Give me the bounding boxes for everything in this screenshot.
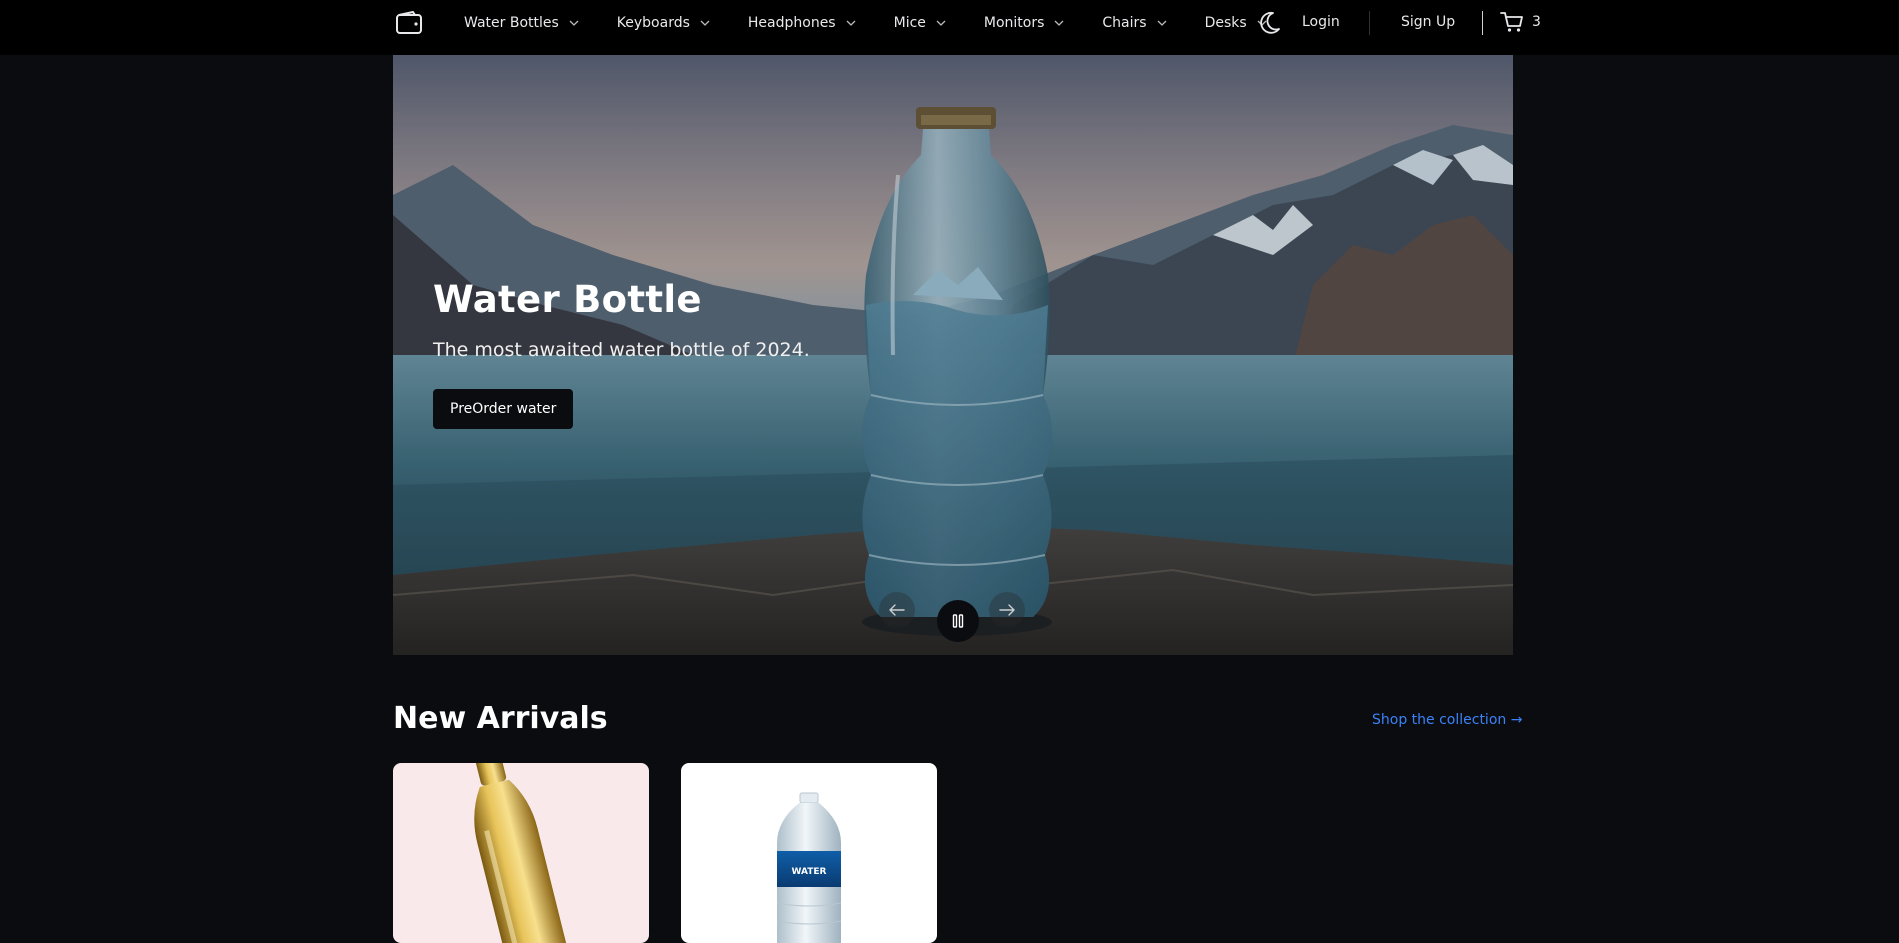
gold-bottle-image (474, 763, 569, 943)
nav-label: Desks (1204, 14, 1247, 31)
carousel-next-button[interactable] (989, 592, 1025, 628)
hero-title: Water Bottle (433, 278, 702, 321)
hero-carousel: Water Bottle The most awaited water bott… (393, 55, 1513, 655)
nav-label: Mice (893, 14, 926, 31)
top-navbar: Water Bottles Keyboards Headphones Mice … (0, 0, 1899, 55)
bottle-label-text: WATER (791, 867, 826, 877)
hero-subtitle: The most awaited water bottle of 2024. (433, 339, 810, 361)
nav-label: Headphones (747, 14, 836, 31)
wallet-icon[interactable] (395, 11, 423, 35)
nav-divider (1482, 11, 1483, 35)
nav-headphones[interactable]: Headphones (748, 15, 856, 31)
pause-icon (952, 614, 964, 628)
shop-collection-link[interactable]: Shop the collection → (1372, 712, 1522, 728)
nav-label: Keyboards (616, 14, 690, 31)
carousel-prev-button[interactable] (879, 592, 915, 628)
product-card[interactable] (393, 763, 649, 943)
category-nav: Water Bottles Keyboards Headphones Mice … (464, 0, 1305, 45)
nav-label: Water Bottles (464, 14, 559, 31)
chevron-down-icon (846, 20, 856, 26)
nav-divider (1369, 11, 1370, 35)
nav-water-bottles[interactable]: Water Bottles (464, 15, 579, 31)
chevron-down-icon (700, 20, 710, 26)
moon-icon[interactable] (1256, 10, 1282, 36)
cart-icon (1500, 12, 1523, 32)
preorder-button[interactable]: PreOrder water (433, 389, 574, 429)
nav-chairs[interactable]: Chairs (1102, 14, 1167, 31)
nav-mice[interactable]: Mice (894, 15, 946, 31)
chevron-down-icon (1054, 20, 1064, 26)
nav-keyboards[interactable]: Keyboards (617, 15, 710, 31)
nav-monitors[interactable]: Monitors (984, 15, 1065, 31)
plastic-water-bottle-image: WATER (776, 792, 842, 943)
cart-button[interactable]: 3 (1500, 11, 1541, 33)
arrow-right-icon (999, 604, 1015, 616)
arrow-left-icon (889, 604, 905, 616)
nav-label: Chairs (1102, 14, 1147, 31)
cart-count-badge: 3 (1532, 14, 1541, 30)
signup-link[interactable]: Sign Up (1401, 14, 1455, 30)
chevron-down-icon (569, 20, 579, 26)
login-link[interactable]: Login (1302, 14, 1340, 30)
nav-label: Monitors (983, 14, 1045, 31)
carousel-pause-button[interactable] (937, 600, 979, 642)
product-card[interactable]: WATER (681, 763, 937, 943)
chevron-down-icon (936, 20, 946, 26)
chevron-down-icon (1157, 20, 1167, 26)
new-arrivals-title: New Arrivals (393, 701, 608, 736)
